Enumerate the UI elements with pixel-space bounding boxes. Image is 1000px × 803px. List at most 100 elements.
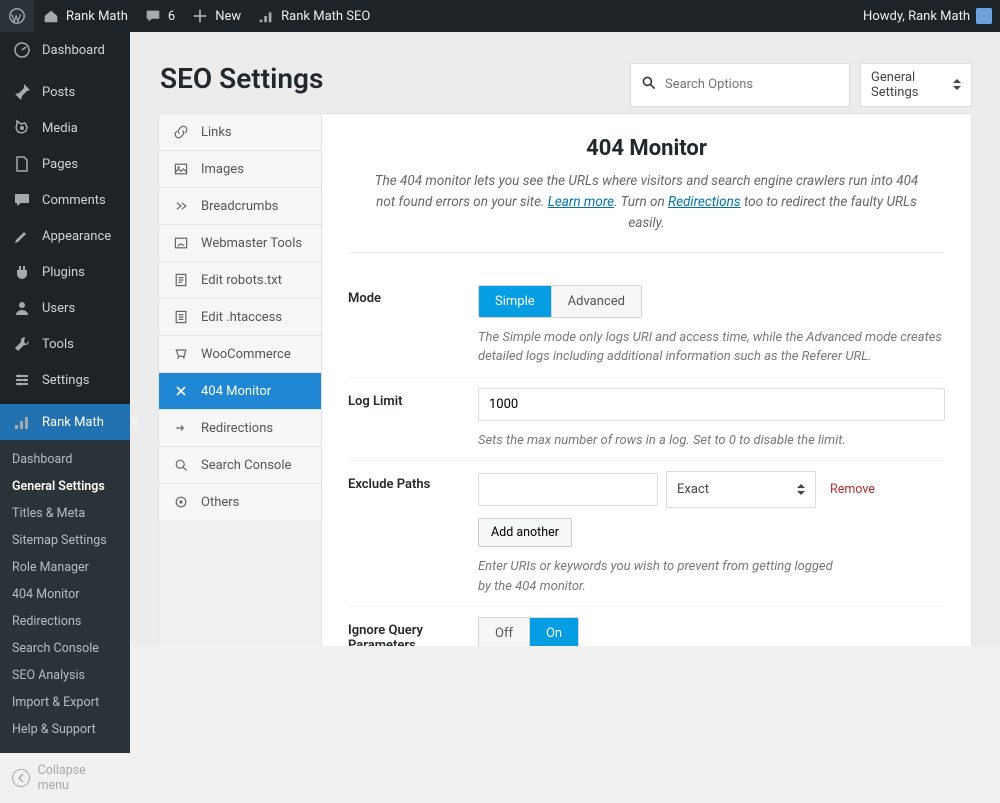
menu-label: Dashboard <box>42 43 105 58</box>
tab-edit-htaccess[interactable]: Edit .htaccess <box>159 299 321 336</box>
tab-label: Edit .htaccess <box>201 310 282 325</box>
menu-item-settings[interactable]: Settings <box>0 362 130 398</box>
tab-label: Images <box>201 162 244 177</box>
content-area: SEO Settings General Settings Links Image… <box>130 32 1000 646</box>
site-name: Rank Math <box>66 9 128 24</box>
submenu-help-support[interactable]: Help & Support <box>0 716 130 743</box>
webmaster-icon <box>173 235 189 251</box>
tab-breadcrumbs[interactable]: Breadcrumbs <box>159 188 321 225</box>
wordpress-icon <box>8 7 26 25</box>
submenu-role-manager[interactable]: Role Manager <box>0 554 130 581</box>
redirect-icon <box>173 420 189 436</box>
submenu-dashboard[interactable]: Dashboard <box>0 446 130 473</box>
admin-menu: Dashboard Posts Media Pages Comments Appearan… <box>0 32 130 646</box>
menu-item-plugins[interactable]: Plugins <box>0 254 130 290</box>
submenu-search-console[interactable]: Search Console <box>0 635 130 662</box>
admin-bar: Rank Math 6 New Rank Math SEO Howdy, Ran… <box>0 0 1000 32</box>
menu-label: Pages <box>42 157 78 172</box>
search-input[interactable] <box>665 77 839 92</box>
account-link[interactable]: Howdy, Rank Math <box>855 0 1000 32</box>
tab-webmaster-tools[interactable]: Webmaster Tools <box>159 225 321 262</box>
row-log-limit: Log Limit Sets the max number of rows in… <box>348 378 945 462</box>
menu-label: Users <box>42 301 75 316</box>
collapse-icon <box>12 769 30 787</box>
tab-redirections[interactable]: Redirections <box>159 410 321 447</box>
site-link[interactable]: Rank Math <box>34 0 136 32</box>
comments-count: 6 <box>168 9 175 24</box>
mode-advanced[interactable]: Advanced <box>551 286 641 317</box>
tab-images[interactable]: Images <box>159 151 321 188</box>
breadcrumb-icon <box>173 198 189 214</box>
tab-label: 404 Monitor <box>201 384 271 399</box>
row-exclude: Exclude Paths Exact Remove Add another E… <box>348 461 945 607</box>
menu-item-tools[interactable]: Tools <box>0 326 130 362</box>
submenu-general-settings[interactable]: General Settings <box>0 473 130 500</box>
tab-links[interactable]: Links <box>159 114 321 151</box>
wp-logo[interactable] <box>0 0 34 32</box>
menu-label: Comments <box>42 193 106 208</box>
page-icon <box>12 154 32 174</box>
mode-simple[interactable]: Simple <box>479 286 551 317</box>
submenu--monitor[interactable]: 404 Monitor <box>0 581 130 608</box>
menu-item-posts[interactable]: Posts <box>0 74 130 110</box>
menu-item-media[interactable]: Media <box>0 110 130 146</box>
ignore-off[interactable]: Off <box>479 618 529 646</box>
tab-label: Search Console <box>201 458 291 473</box>
tab-label: Links <box>201 125 232 140</box>
submenu-seo-analysis[interactable]: SEO Analysis <box>0 662 130 689</box>
tab-404-monitor[interactable]: 404 Monitor <box>159 373 321 410</box>
404-icon <box>173 383 189 399</box>
rankmath-bar-link[interactable]: Rank Math SEO <box>249 0 378 32</box>
menu-item-comments[interactable]: Comments <box>0 182 130 218</box>
tab-label: Webmaster Tools <box>201 236 302 251</box>
menu-item-appearance[interactable]: Appearance <box>0 218 130 254</box>
link-icon <box>173 124 189 140</box>
rankmath-submenu: DashboardGeneral SettingsTitles & MetaSi… <box>0 440 130 753</box>
redirections-link[interactable]: Redirections <box>668 194 741 210</box>
tab-woocommerce[interactable]: WooCommerce <box>159 336 321 373</box>
search-options[interactable] <box>630 63 850 107</box>
appearance-icon <box>12 226 32 246</box>
chevron-sort-icon <box>797 480 805 499</box>
label-mode: Mode <box>348 285 478 306</box>
add-another-button[interactable]: Add another <box>478 518 572 547</box>
page-title: SEO Settings <box>160 62 323 95</box>
row-ignore: Ignore Query Parameters Off On Turn ON t… <box>348 607 945 646</box>
label-ignore: Ignore Query Parameters <box>348 617 478 646</box>
desc-exclude: Enter URIs or keywords you wish to preve… <box>478 557 838 596</box>
settings-dropdown[interactable]: General Settings <box>860 63 972 107</box>
desc-log: Sets the max number of rows in a log. Se… <box>478 431 945 451</box>
submenu-sitemap-settings[interactable]: Sitemap Settings <box>0 527 130 554</box>
rankmath-bar-label: Rank Math SEO <box>281 9 370 24</box>
menu-label: Appearance <box>42 229 111 244</box>
menu-item-rank-math[interactable]: Rank Math <box>0 404 130 440</box>
settings-tabs: Links Images Breadcrumbs Webmaster Tools Edi… <box>158 113 322 646</box>
submenu-import-export[interactable]: Import & Export <box>0 689 130 716</box>
rankmath-icon <box>257 7 275 25</box>
menu-label: Settings <box>42 373 89 388</box>
robots-icon <box>173 272 189 288</box>
htaccess-icon <box>173 309 189 325</box>
learn-more-link[interactable]: Learn more <box>548 194 614 210</box>
menu-item-dashboard[interactable]: Dashboard <box>0 32 130 68</box>
submenu-redirections[interactable]: Redirections <box>0 608 130 635</box>
tab-search-console[interactable]: Search Console <box>159 447 321 484</box>
collapse-menu[interactable]: Collapse menu <box>0 753 130 803</box>
comments-link[interactable]: 6 <box>136 0 183 32</box>
menu-label: Posts <box>42 85 75 100</box>
tab-edit-robots-txt[interactable]: Edit robots.txt <box>159 262 321 299</box>
submenu-titles-meta[interactable]: Titles & Meta <box>0 500 130 527</box>
menu-item-pages[interactable]: Pages <box>0 146 130 182</box>
comment-icon <box>12 190 32 210</box>
new-link[interactable]: New <box>183 0 249 32</box>
ignore-on[interactable]: On <box>529 618 578 646</box>
tab-others[interactable]: Others <box>159 484 321 520</box>
comment-icon <box>144 7 162 25</box>
menu-item-users[interactable]: Users <box>0 290 130 326</box>
remove-link[interactable]: Remove <box>830 482 875 497</box>
log-limit-input[interactable] <box>478 388 945 421</box>
mode-toggle: Simple Advanced <box>478 285 642 318</box>
search-icon <box>641 75 657 95</box>
exclude-match-select[interactable]: Exact <box>666 471 816 508</box>
exclude-path-input[interactable] <box>478 473 658 506</box>
